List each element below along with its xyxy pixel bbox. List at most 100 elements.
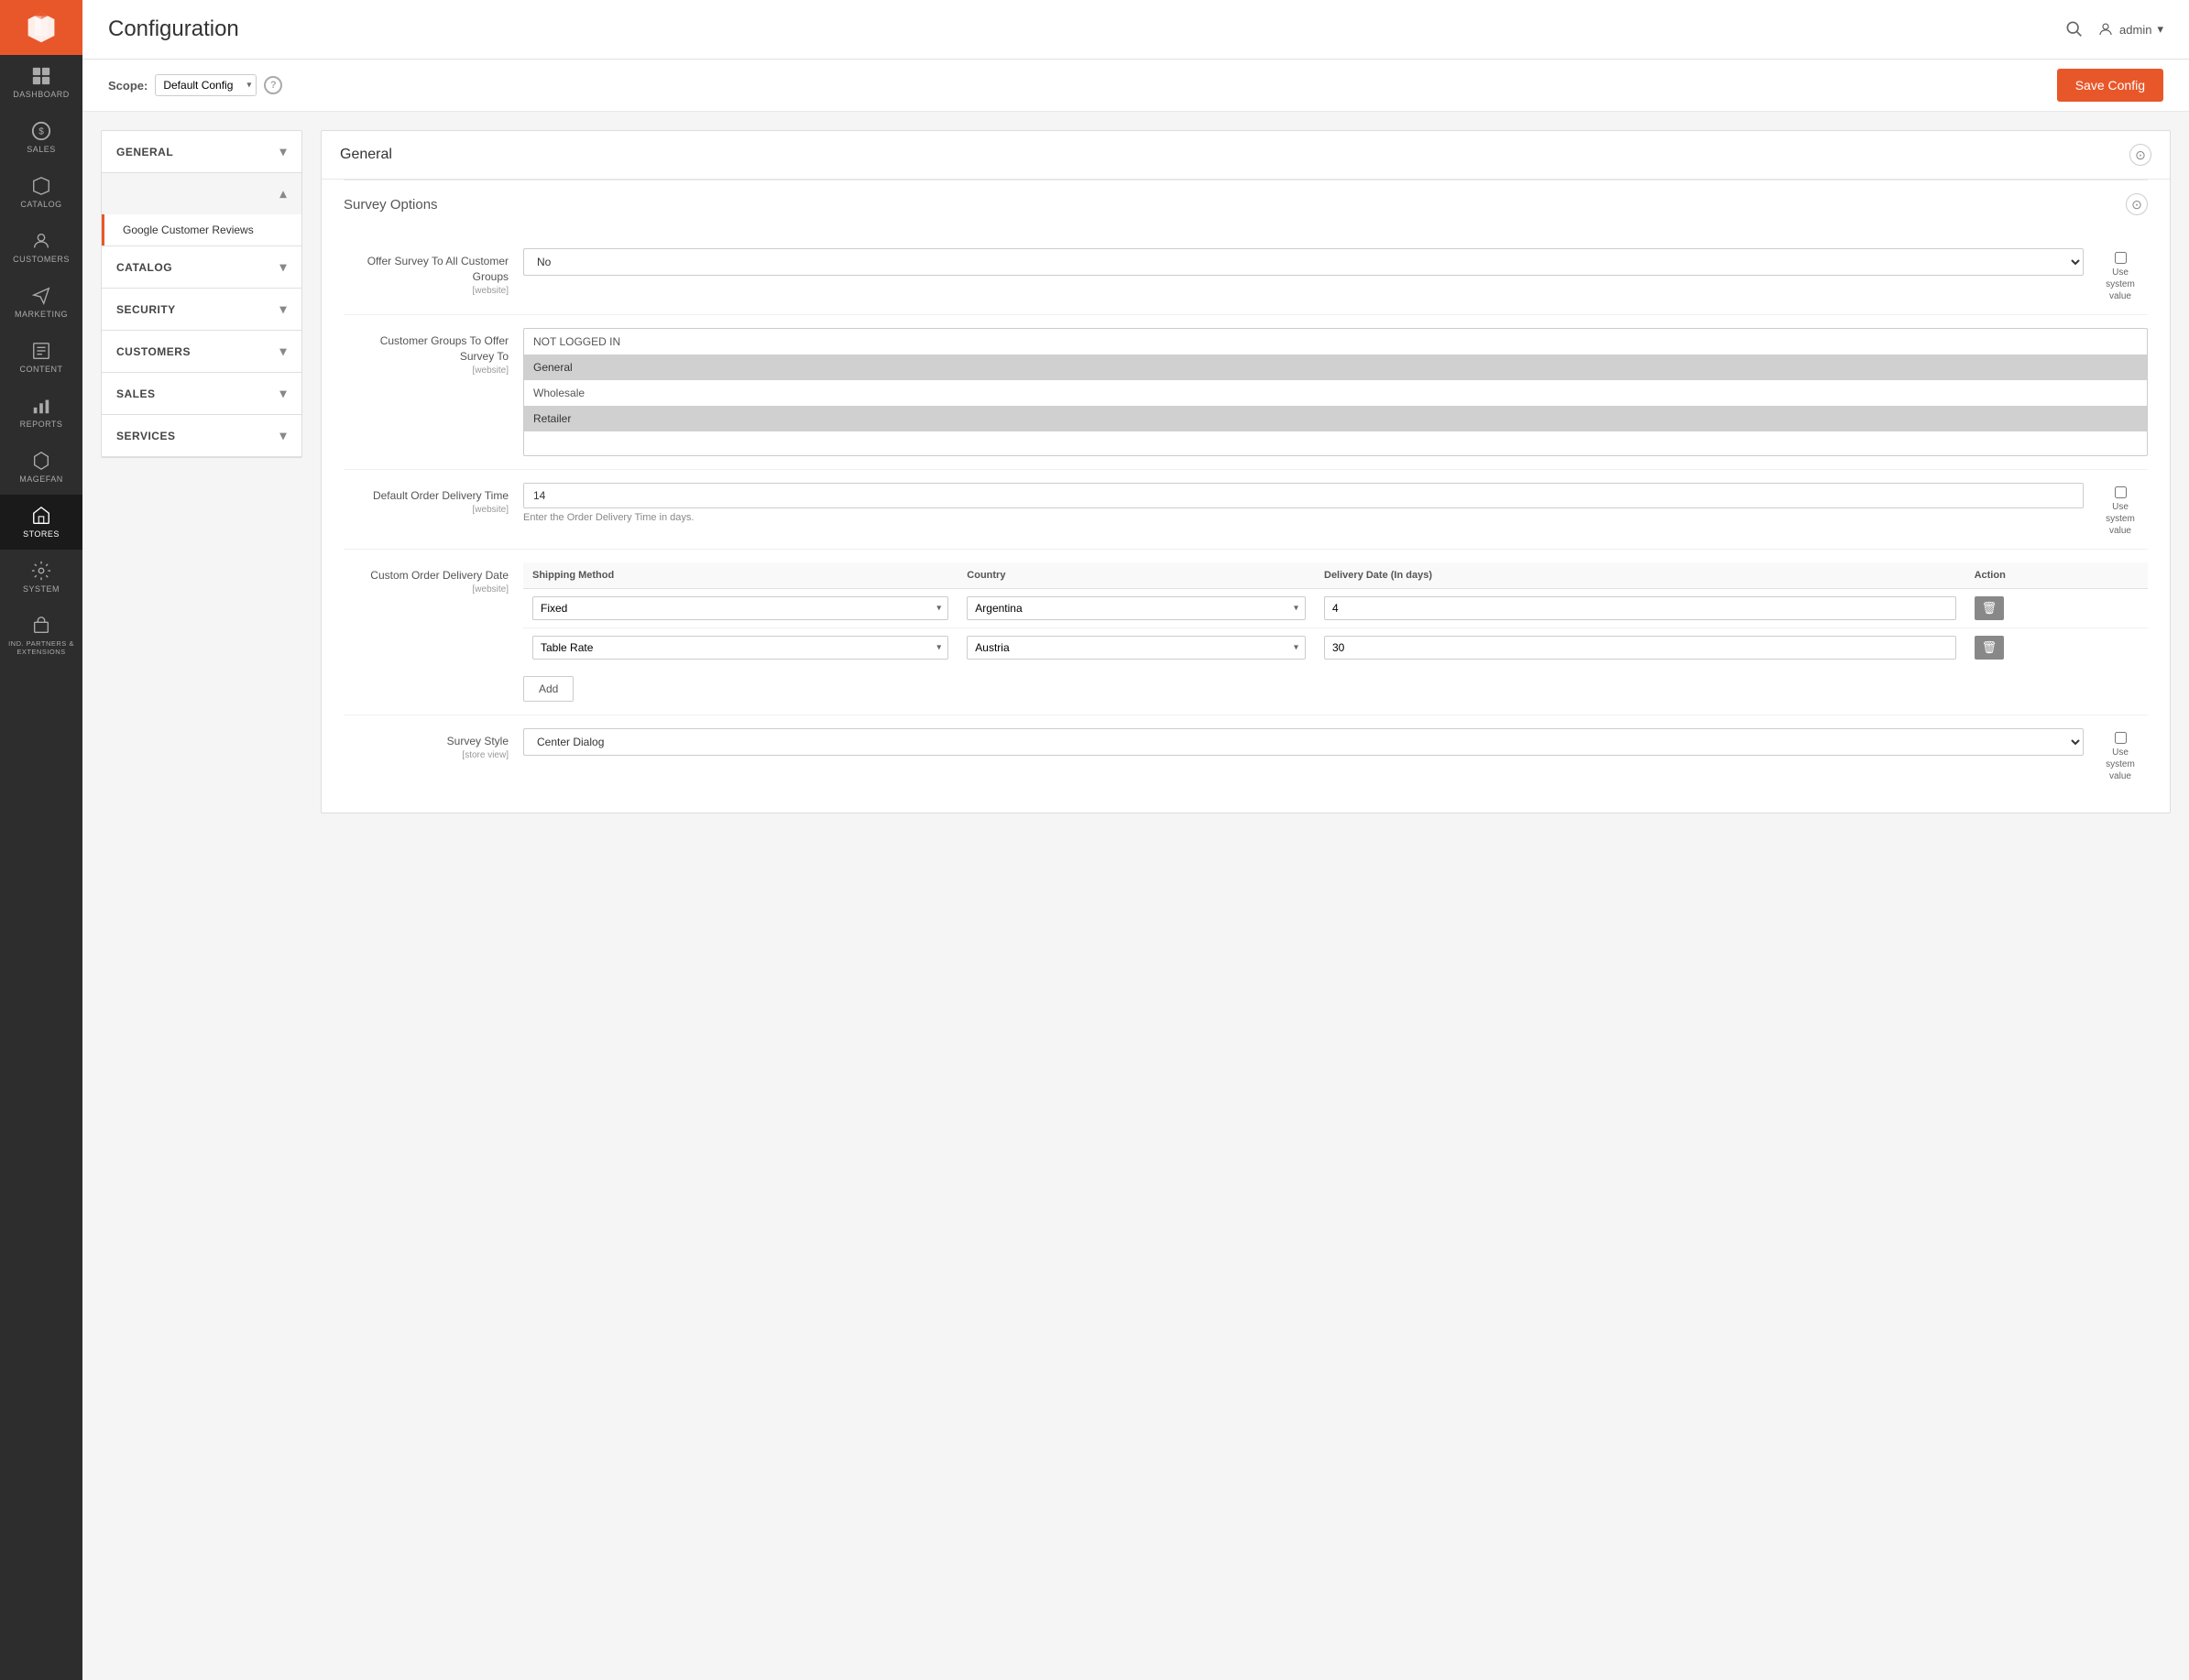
section-title-general: General (340, 147, 392, 163)
section-collapse-button[interactable]: ⊙ (2129, 144, 2151, 166)
sidebar-item-google-customer-reviews[interactable]: Google Customer Reviews (102, 214, 301, 245)
chevron-down-icon: ▾ (279, 344, 287, 359)
col-shipping-method: Shipping Method (523, 562, 958, 589)
right-section-general: General ⊙ Survey Options ⊙ Offer Survey … (321, 130, 2171, 813)
scope-select[interactable]: Default Config (155, 74, 257, 96)
sidebar-item-dashboard[interactable]: DASHBOARD (0, 55, 82, 110)
search-icon[interactable] (2064, 19, 2083, 40)
user-label: admin (2119, 23, 2151, 37)
left-section-catalog: CATALOG ▾ (102, 246, 301, 289)
add-row-button[interactable]: Add (523, 676, 574, 702)
chevron-up-icon: ▴ (279, 186, 287, 202)
subsection-collapse-button[interactable]: ⊙ (2126, 193, 2148, 215)
col-delivery-date: Delivery Date (In days) (1315, 562, 1965, 589)
sidebar-item-reports[interactable]: REPORTS (0, 385, 82, 440)
left-panel: GENERAL ▾ ▴ Google Customer Reviews CATA… (101, 130, 302, 458)
left-header-customers[interactable]: CUSTOMERS ▾ (102, 331, 301, 372)
header: Configuration admin ▾ (82, 0, 2189, 60)
group-option-wholesale[interactable]: Wholesale (524, 380, 2147, 406)
custom-delivery-label: Custom Order Delivery Date [website] (344, 562, 509, 596)
use-system-value-checkbox-offer-survey[interactable] (2115, 252, 2127, 264)
content-area: GENERAL ▾ ▴ Google Customer Reviews CATA… (82, 112, 2189, 1680)
sidebar: DASHBOARD $ SALES CATALOG CUSTOMERS MARK… (0, 0, 82, 1680)
use-system-value-default-delivery: Use system value (2093, 483, 2148, 536)
group-option-general[interactable]: General (524, 355, 2147, 380)
subsection-survey-options: Survey Options ⊙ Offer Survey To All Cus… (322, 180, 2170, 813)
survey-style-select[interactable]: Center Dialog Badge Bottom Left Badge Bo… (523, 728, 2084, 756)
user-menu[interactable]: admin ▾ (2097, 21, 2163, 38)
scope-label: Scope: (108, 79, 148, 93)
left-header-security[interactable]: SECURITY ▾ (102, 289, 301, 330)
sidebar-item-marketing[interactable]: MARKETING (0, 275, 82, 330)
left-section-general: GENERAL ▾ (102, 131, 301, 173)
sidebar-item-magefan[interactable]: MAGEFAN (0, 440, 82, 495)
customer-groups-label: Customer Groups To Offer Survey To [webs… (344, 328, 509, 377)
left-header-general-sub[interactable]: ▴ (102, 173, 301, 214)
left-header-catalog[interactable]: CATALOG ▾ (102, 246, 301, 288)
save-config-button[interactable]: Save Config (2057, 69, 2163, 102)
group-option-retailer[interactable]: Retailer (524, 406, 2147, 431)
shipping-method-select-2[interactable]: Fixed Table Rate Free Shipping (532, 636, 948, 660)
left-header-services[interactable]: SERVICES ▾ (102, 415, 301, 456)
custom-delivery-table: Shipping Method Country Delivery Date (I… (523, 562, 2148, 667)
use-system-value-survey-style: Use system value (2093, 728, 2148, 781)
sidebar-item-customers[interactable]: CUSTOMERS (0, 220, 82, 275)
scope-left: Scope: Default Config ? (108, 74, 282, 96)
delivery-days-input-2[interactable] (1324, 636, 1956, 660)
col-country: Country (958, 562, 1315, 589)
delete-row-button-1[interactable]: 🗑 (1975, 596, 2005, 620)
chevron-down-icon: ▾ (279, 301, 287, 317)
section-header-general: General ⊙ (322, 131, 2170, 180)
form-row-custom-delivery: Custom Order Delivery Date [website] Shi… (344, 550, 2148, 715)
offer-survey-select[interactable]: No Yes (523, 248, 2084, 276)
chevron-down-icon: ▾ (279, 144, 287, 159)
left-section-security: SECURITY ▾ (102, 289, 301, 331)
magento-logo-icon (25, 11, 58, 44)
sidebar-item-system[interactable]: SYSTEM (0, 550, 82, 605)
user-dropdown-icon: ▾ (2157, 22, 2163, 37)
left-header-sales[interactable]: SALES ▾ (102, 373, 301, 414)
default-delivery-label: Default Order Delivery Time [website] (344, 483, 509, 517)
subsection-header-survey: Survey Options ⊙ (344, 180, 2148, 228)
scope-select-wrap[interactable]: Default Config (155, 74, 257, 96)
table-row: Fixed Table Rate Free Shipping (523, 628, 2148, 668)
chevron-down-icon: ▾ (279, 428, 287, 443)
chevron-down-icon: ▾ (279, 386, 287, 401)
sidebar-item-stores[interactable]: STORES (0, 495, 82, 550)
col-action: Action (1965, 562, 2148, 589)
sidebar-item-sales[interactable]: $ SALES (0, 110, 82, 165)
subsection-title-survey: Survey Options (344, 197, 438, 213)
use-system-value-checkbox-default-delivery[interactable] (2115, 486, 2127, 498)
sidebar-item-partners[interactable]: IND. PARTNERS & EXTENSIONS (0, 605, 82, 667)
help-icon[interactable]: ? (264, 76, 282, 94)
use-system-value-offer-survey: Use system value (2093, 248, 2148, 301)
shipping-method-select-1[interactable]: Fixed Table Rate Free Shipping (532, 596, 948, 620)
left-section-sales: SALES ▾ (102, 373, 301, 415)
main-area: Configuration admin ▾ Scope: Default Con… (82, 0, 2189, 1680)
right-panel: General ⊙ Survey Options ⊙ Offer Survey … (321, 130, 2171, 1662)
default-delivery-hint: Enter the Order Delivery Time in days. (523, 512, 2084, 523)
form-row-survey-style: Survey Style [store view] Center Dialog … (344, 715, 2148, 794)
header-actions: admin ▾ (2064, 19, 2163, 40)
offer-survey-control: No Yes Use system value (523, 248, 2148, 301)
country-select-2[interactable]: Argentina Austria (967, 636, 1306, 660)
page-title: Configuration (108, 16, 239, 42)
left-header-general[interactable]: GENERAL ▾ (102, 131, 301, 172)
delete-row-button-2[interactable]: 🗑 (1975, 636, 2005, 660)
svg-text:$: $ (38, 127, 44, 137)
country-select-1[interactable]: Argentina Austria (967, 596, 1306, 620)
left-section-services: SERVICES ▾ (102, 415, 301, 457)
sidebar-item-catalog[interactable]: CATALOG (0, 165, 82, 220)
use-system-value-checkbox-survey-style[interactable] (2115, 732, 2127, 744)
sidebar-item-content[interactable]: CONTENT (0, 330, 82, 385)
form-row-customer-groups: Customer Groups To Offer Survey To [webs… (344, 315, 2148, 470)
survey-style-label: Survey Style [store view] (344, 728, 509, 762)
form-row-offer-survey: Offer Survey To All Customer Groups [web… (344, 235, 2148, 315)
group-option-not-logged-in[interactable]: NOT LOGGED IN (524, 329, 2147, 355)
left-section-customers: CUSTOMERS ▾ (102, 331, 301, 373)
default-delivery-input[interactable] (523, 483, 2084, 508)
table-row: Fixed Table Rate Free Shipping (523, 589, 2148, 628)
logo (0, 0, 82, 55)
customer-groups-select[interactable]: NOT LOGGED IN General Wholesale Retailer (523, 328, 2148, 456)
delivery-days-input-1[interactable] (1324, 596, 1956, 620)
